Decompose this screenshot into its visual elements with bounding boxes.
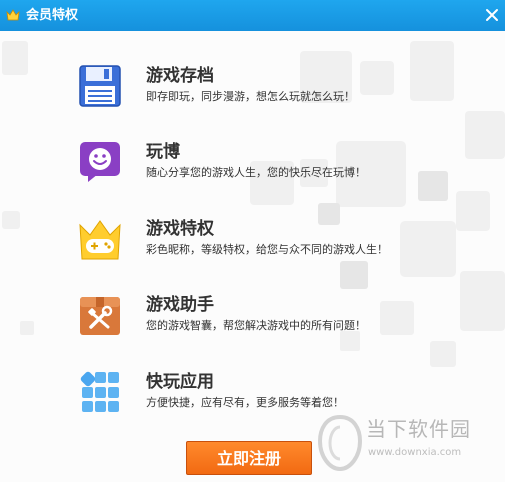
feature-game-save: 游戏存档 即存即玩，同步漫游，想怎么玩就怎么玩！ <box>78 64 478 110</box>
feature-description: 方便快捷，应有尽有，更多服务等着您！ <box>146 396 344 409</box>
feature-name: 游戏存档 <box>146 66 214 86</box>
title-bar: 会员特权 <box>0 0 505 31</box>
feature-description: 彩色昵称，等级特权，给您与众不同的游戏人生！ <box>146 243 388 256</box>
feature-description: 随心分享您的游戏人生，您的快乐尽在玩博！ <box>146 166 366 179</box>
register-now-button[interactable]: 立即注册 <box>186 441 312 475</box>
feature-game-assistant: 游戏助手 您的游戏智囊，帮您解决游戏中的所有问题！ <box>78 293 478 339</box>
watermark-logo-icon <box>318 414 362 472</box>
save-disk-icon <box>79 65 121 107</box>
close-icon[interactable] <box>482 5 502 25</box>
app-grid-icon <box>80 371 119 412</box>
feature-description: 即存即玩，同步漫游，想怎么玩就怎么玩！ <box>146 90 355 103</box>
watermark-url: www.downxia.com <box>368 447 462 458</box>
crown-gamepad-icon <box>79 220 121 260</box>
toolbox-icon <box>80 297 120 335</box>
smiley-chat-icon <box>80 142 120 182</box>
crown-icon <box>6 9 20 21</box>
window-title: 会员特权 <box>26 8 79 23</box>
content-area: 游戏存档 即存即玩，同步漫游，想怎么玩就怎么玩！ 玩博 随心分享您的游戏人生，您… <box>0 31 505 482</box>
watermark: 当下软件园 www.downxia.com <box>318 413 498 477</box>
feature-name: 快玩应用 <box>146 372 214 392</box>
feature-kuaiwan-apps: 快玩应用 方便快捷，应有尽有，更多服务等着您！ <box>78 370 478 416</box>
member-privileges-window: 会员特权 游戏存档 即存即玩，同步漫游，想怎么玩就怎么玩！ 玩博 随心分享您的游… <box>0 0 505 482</box>
feature-description: 您的游戏智囊，帮您解决游戏中的所有问题！ <box>146 319 366 332</box>
feature-name: 游戏助手 <box>146 295 214 315</box>
feature-game-privilege: 游戏特权 彩色昵称，等级特权，给您与众不同的游戏人生！ <box>78 217 478 263</box>
feature-name: 玩博 <box>146 142 180 162</box>
watermark-brand: 当下软件园 <box>366 417 471 441</box>
feature-wanbo: 玩博 随心分享您的游戏人生，您的快乐尽在玩博！ <box>78 140 478 186</box>
feature-name: 游戏特权 <box>146 219 214 239</box>
